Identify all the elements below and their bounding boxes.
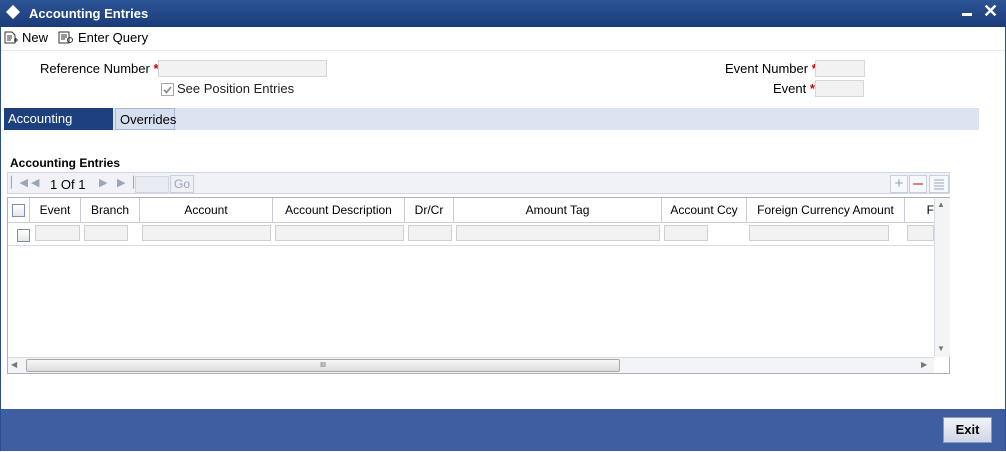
reference-number-label: Reference Number *: [40, 61, 159, 76]
column-header[interactable]: Account Description: [273, 198, 405, 222]
account-ccy-cell[interactable]: [664, 225, 708, 241]
scroll-right-icon[interactable]: ▶: [921, 360, 927, 369]
overflow-cell[interactable]: [907, 225, 934, 241]
add-row-icon[interactable]: +: [890, 175, 908, 193]
select-all-checkbox[interactable]: [12, 204, 25, 217]
column-header[interactable]: Account: [140, 198, 273, 222]
new-button[interactable]: New: [4, 28, 48, 46]
current-page: 1: [50, 177, 58, 192]
column-header[interactable]: Account Ccy: [662, 198, 747, 222]
vertical-scrollbar[interactable]: [934, 198, 950, 357]
exit-button[interactable]: Exit: [943, 417, 992, 443]
branch-cell[interactable]: [84, 225, 128, 241]
toolbar: [1, 27, 1004, 51]
page-of-label: Of: [60, 177, 75, 192]
previous-page-icon[interactable]: ◀: [31, 176, 39, 189]
total-pages: 1: [78, 177, 86, 192]
section-title: Accounting Entries: [10, 156, 121, 170]
enter-query-icon: [58, 31, 74, 44]
first-page-icon[interactable]: ▏◀: [11, 176, 28, 189]
page-number-input[interactable]: [135, 176, 169, 193]
column-header[interactable]: Branch: [81, 198, 140, 222]
dr-cr-cell[interactable]: [408, 225, 452, 241]
title-bar: [0, 0, 1006, 27]
page-indicator: 1 Of 1: [50, 177, 85, 192]
delete-row-icon[interactable]: [909, 175, 927, 193]
column-header[interactable]: Event: [30, 198, 81, 222]
go-button[interactable]: Go: [170, 175, 194, 193]
column-header[interactable]: Dr/Cr: [405, 198, 454, 222]
event-field[interactable]: [815, 80, 864, 97]
new-button-label: New: [22, 29, 49, 45]
enter-query-label: Enter Query: [78, 29, 149, 45]
event-cell[interactable]: [35, 225, 80, 241]
see-position-entries-label: See Position Entries: [177, 81, 295, 96]
scroll-down-icon[interactable]: ▼: [937, 344, 945, 353]
account-cell[interactable]: [142, 225, 271, 241]
close-icon[interactable]: ✕: [983, 1, 998, 21]
scroll-up-icon[interactable]: ▲: [937, 200, 945, 209]
horizontal-scroll-thumb[interactable]: III: [26, 359, 620, 372]
footer-bar: [1, 409, 1005, 451]
column-header[interactable]: Foreign Currency Amount: [747, 198, 905, 222]
reference-number-field[interactable]: [158, 60, 327, 77]
next-page-icon[interactable]: ▶: [99, 176, 107, 189]
enter-query-button[interactable]: Enter Query: [58, 28, 148, 46]
column-header[interactable]: F: [905, 198, 934, 222]
event-number-label: Event Number *: [725, 61, 817, 76]
account-description-cell[interactable]: [275, 225, 404, 241]
foreign-currency-amount-cell[interactable]: [749, 225, 889, 241]
last-page-icon[interactable]: ▶▕: [117, 176, 134, 189]
column-header[interactable]: Amount Tag: [454, 198, 662, 222]
tab-overrides[interactable]: Overrides: [115, 108, 176, 130]
minimize-icon[interactable]: [962, 13, 972, 16]
amount-tag-cell[interactable]: [456, 225, 660, 241]
scroll-left-icon[interactable]: ◀: [11, 360, 17, 369]
single-view-icon[interactable]: [929, 175, 949, 193]
event-number-field[interactable]: [815, 60, 865, 77]
new-document-icon: [4, 31, 18, 44]
see-position-entries-checkbox[interactable]: [161, 83, 174, 96]
row-checkbox[interactable]: [17, 229, 30, 242]
window-title: Accounting Entries: [29, 6, 149, 21]
tab-accounting-entries[interactable]: Accounting Entries: [4, 108, 113, 148]
event-label: Event *: [773, 81, 815, 96]
